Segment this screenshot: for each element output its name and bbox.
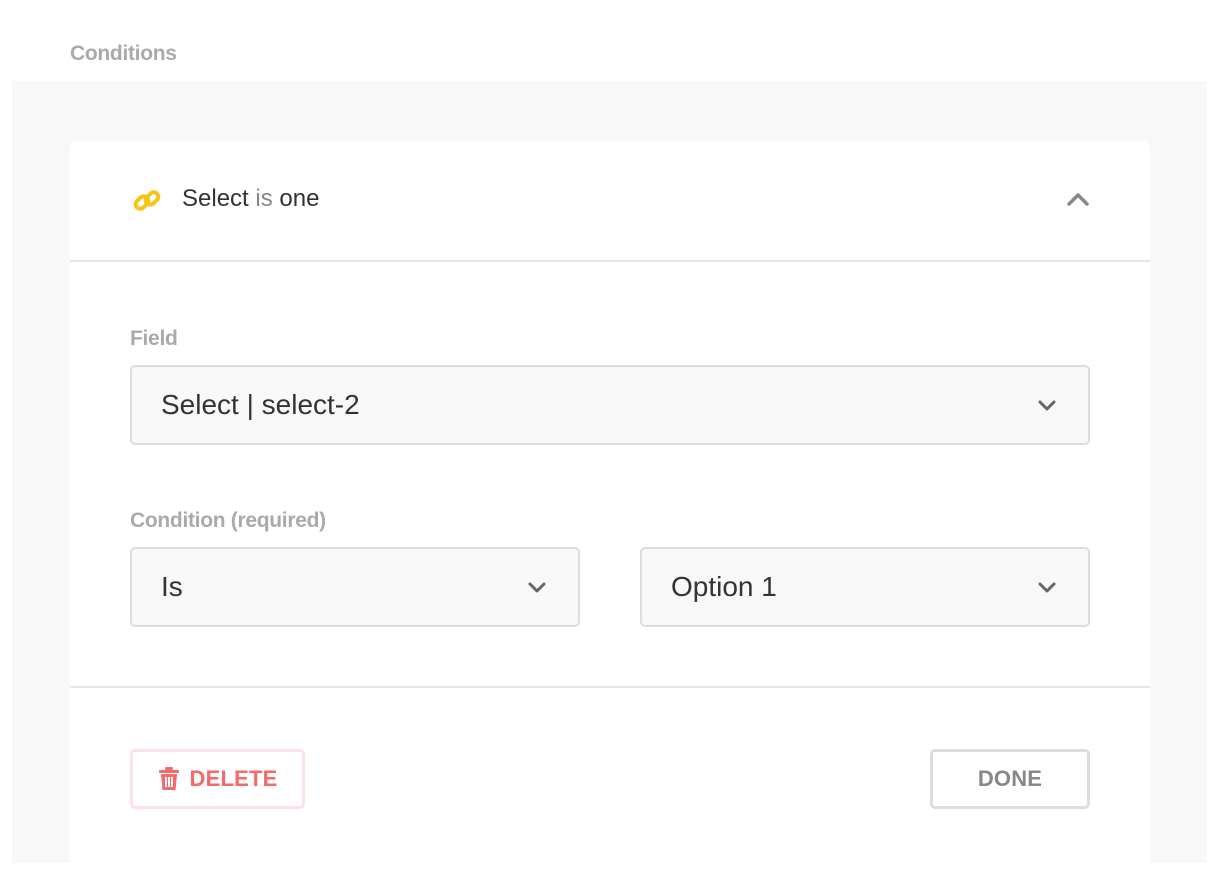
field-select[interactable]: Select | select-2 xyxy=(130,365,1090,445)
section-label-conditions: Conditions xyxy=(70,42,177,65)
trash-icon xyxy=(158,767,180,791)
chevron-down-icon xyxy=(1032,390,1062,420)
condition-operator-select[interactable]: Is xyxy=(130,547,580,627)
field-label: Field xyxy=(130,327,178,350)
condition-summary: Select is one xyxy=(182,185,319,213)
summary-value: one xyxy=(279,185,320,212)
done-button[interactable]: DONE xyxy=(930,749,1090,809)
condition-card-header[interactable]: Select is one xyxy=(70,141,1150,262)
done-button-label: DONE xyxy=(977,766,1043,791)
delete-button-label: DELETE xyxy=(189,766,278,791)
condition-card-footer: DELETE DONE xyxy=(70,688,1150,879)
conditions-panel: Select is one Field Select | select-2 Co… xyxy=(12,81,1207,881)
summary-operator: is xyxy=(255,185,273,212)
chevron-down-icon xyxy=(522,572,552,602)
field-select-value: Select | select-2 xyxy=(161,389,360,420)
condition-operator-value: Is xyxy=(161,571,183,602)
condition-value-value: Option 1 xyxy=(671,571,777,602)
condition-card: Select is one Field Select | select-2 Co… xyxy=(70,141,1150,881)
condition-label: Condition (required) xyxy=(130,509,326,532)
condition-value-select[interactable]: Option 1 xyxy=(640,547,1090,627)
link-icon xyxy=(132,186,162,216)
delete-button[interactable]: DELETE xyxy=(130,749,305,809)
summary-field: Select xyxy=(182,185,249,212)
collapse-button[interactable] xyxy=(1063,186,1093,216)
condition-card-body: Field Select | select-2 Condition (requi… xyxy=(70,262,1150,688)
chevron-up-icon xyxy=(1066,191,1090,212)
chevron-down-icon xyxy=(1032,572,1062,602)
